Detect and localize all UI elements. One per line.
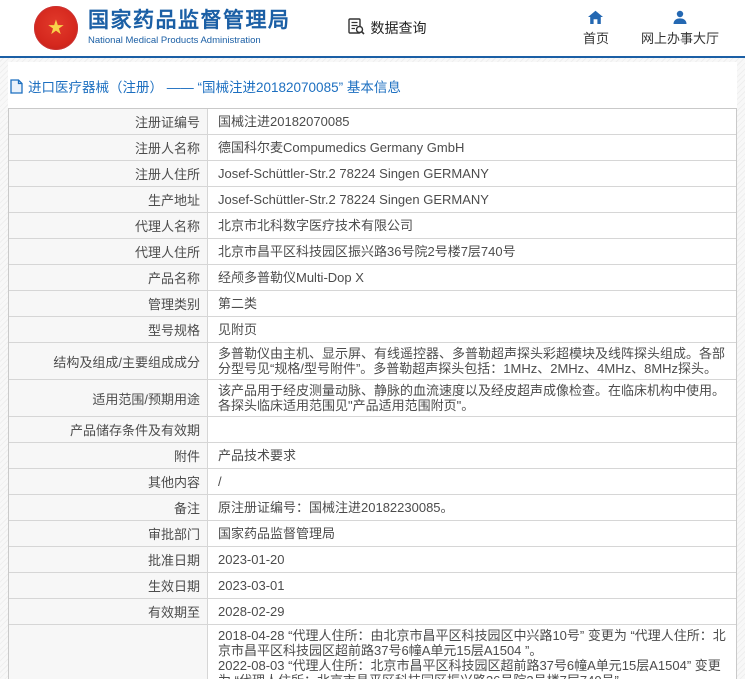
row-label: 适用范围/预期用途: [9, 380, 208, 416]
site-header: ★ 国家药品监督管理局 National Medical Products Ad…: [0, 0, 745, 58]
table-row: 其他内容/: [9, 469, 736, 495]
row-label: 生效日期: [9, 573, 208, 598]
row-value: 德国科尔麦Compumedics Germany GmbH: [208, 135, 736, 160]
breadcrumb: 进口医疗器械（注册） —— “国械注进20182070085” 基本信息: [8, 74, 737, 108]
row-value: Josef-Schüttler-Str.2 78224 Singen GERMA…: [208, 161, 736, 186]
nav-item-label: 网上办事大厅: [641, 28, 719, 47]
row-label: 变更情况: [9, 625, 208, 679]
data-query-menu[interactable]: 数据查询: [347, 17, 427, 39]
info-table: 注册证编号国械注进20182070085注册人名称德国科尔麦Compumedic…: [8, 108, 737, 679]
table-row: 批准日期2023-01-20: [9, 547, 736, 573]
row-value: Josef-Schüttler-Str.2 78224 Singen GERMA…: [208, 187, 736, 212]
row-label: 代理人名称: [9, 213, 208, 238]
row-value: 该产品用于经皮测量动脉、静脉的血流速度以及经皮超声成像检查。在临床机构中使用。各…: [208, 380, 736, 416]
row-value: 2028-02-29: [208, 599, 736, 624]
row-label: 代理人住所: [9, 239, 208, 264]
row-label: 有效期至: [9, 599, 208, 624]
table-row: 代理人住所北京市昌平区科技园区振兴路36号院2号楼7层740号: [9, 239, 736, 265]
row-label: 产品储存条件及有效期: [9, 417, 208, 442]
row-value: /: [208, 469, 736, 494]
table-row: 结构及组成/主要组成成分多普勒仪由主机、显示屏、有线遥控器、多普勒超声探头彩超模…: [9, 343, 736, 380]
agency-name-zh: 国家药品监督管理局: [88, 9, 291, 33]
nav-item-home[interactable]: 首页: [583, 10, 609, 47]
row-label: 生产地址: [9, 187, 208, 212]
row-label: 备注: [9, 495, 208, 520]
row-value: 北京市昌平区科技园区振兴路36号院2号楼7层740号: [208, 239, 736, 264]
table-row: 注册人名称德国科尔麦Compumedics Germany GmbH: [9, 135, 736, 161]
row-label: 注册证编号: [9, 109, 208, 134]
top-nav: 首页 网上办事大厅: [583, 10, 719, 47]
agency-logo: ★ 国家药品监督管理局 National Medical Products Ad…: [34, 6, 291, 50]
row-label: 注册人名称: [9, 135, 208, 160]
change-record-line: 2018-04-28 “代理人住所：由北京市昌平区科技园区中兴路10号” 变更为…: [218, 628, 726, 658]
row-label: 批准日期: [9, 547, 208, 572]
row-value: 经颅多普勒仪Multi-Dop X: [208, 265, 736, 290]
breadcrumb-text: 进口医疗器械（注册） —— “国械注进20182070085” 基本信息: [28, 76, 401, 96]
table-row: 注册人住所Josef-Schüttler-Str.2 78224 Singen …: [9, 161, 736, 187]
table-row: 审批部门国家药品监督管理局: [9, 521, 736, 547]
table-row: 备注原注册证编号：国械注进20182230085。: [9, 495, 736, 521]
row-value: 产品技术要求: [208, 443, 736, 468]
row-label: 附件: [9, 443, 208, 468]
row-label: 注册人住所: [9, 161, 208, 186]
nav-item-service-hall[interactable]: 网上办事大厅: [641, 10, 719, 47]
table-row: 产品名称经颅多普勒仪Multi-Dop X: [9, 265, 736, 291]
content-panel: 进口医疗器械（注册） —— “国械注进20182070085” 基本信息 注册证…: [8, 62, 737, 679]
row-value: 见附页: [208, 317, 736, 342]
row-label: 管理类别: [9, 291, 208, 316]
row-value: 原注册证编号：国械注进20182230085。: [208, 495, 736, 520]
page-icon: [10, 79, 23, 94]
table-row: 注册证编号国械注进20182070085: [9, 109, 736, 135]
row-label: 结构及组成/主要组成成分: [9, 343, 208, 379]
user-icon: [672, 10, 688, 25]
table-row: 变更情况 2018-04-28 “代理人住所：由北京市昌平区科技园区中兴路10号”…: [9, 625, 736, 679]
agency-name-en: National Medical Products Administration: [88, 36, 291, 47]
table-row: 生产地址Josef-Schüttler-Str.2 78224 Singen G…: [9, 187, 736, 213]
table-row: 生效日期2023-03-01: [9, 573, 736, 599]
change-record-line: 2022-08-03 “代理人住所：北京市昌平区科技园区超前路37号6幢A单元1…: [218, 658, 726, 679]
table-row: 管理类别第二类: [9, 291, 736, 317]
row-value: 国械注进20182070085: [208, 109, 736, 134]
national-emblem-icon: ★: [34, 6, 78, 50]
row-value: 国家药品监督管理局: [208, 521, 736, 546]
row-label: 型号规格: [9, 317, 208, 342]
row-value: 2023-03-01: [208, 573, 736, 598]
nav-item-label: 首页: [583, 28, 609, 47]
data-query-icon: [347, 17, 366, 39]
row-label: 其他内容: [9, 469, 208, 494]
home-icon: [587, 10, 604, 25]
row-value: 北京市北科数字医疗技术有限公司: [208, 213, 736, 238]
row-label: 审批部门: [9, 521, 208, 546]
row-value: 2023-01-20: [208, 547, 736, 572]
table-row: 适用范围/预期用途该产品用于经皮测量动脉、静脉的血流速度以及经皮超声成像检查。在…: [9, 380, 736, 417]
data-query-label: 数据查询: [371, 18, 427, 38]
row-value: [208, 417, 736, 442]
row-value: 第二类: [208, 291, 736, 316]
table-row: 产品储存条件及有效期: [9, 417, 736, 443]
table-row: 附件产品技术要求: [9, 443, 736, 469]
agency-names: 国家药品监督管理局 National Medical Products Admi…: [88, 9, 291, 46]
table-row: 型号规格见附页: [9, 317, 736, 343]
table-row: 有效期至2028-02-29: [9, 599, 736, 625]
table-row: 代理人名称北京市北科数字医疗技术有限公司: [9, 213, 736, 239]
row-value: 2018-04-28 “代理人住所：由北京市昌平区科技园区中兴路10号” 变更为…: [208, 625, 736, 679]
row-value: 多普勒仪由主机、显示屏、有线遥控器、多普勒超声探头彩超模块及线阵探头组成。各部分…: [208, 343, 736, 379]
row-label: 产品名称: [9, 265, 208, 290]
